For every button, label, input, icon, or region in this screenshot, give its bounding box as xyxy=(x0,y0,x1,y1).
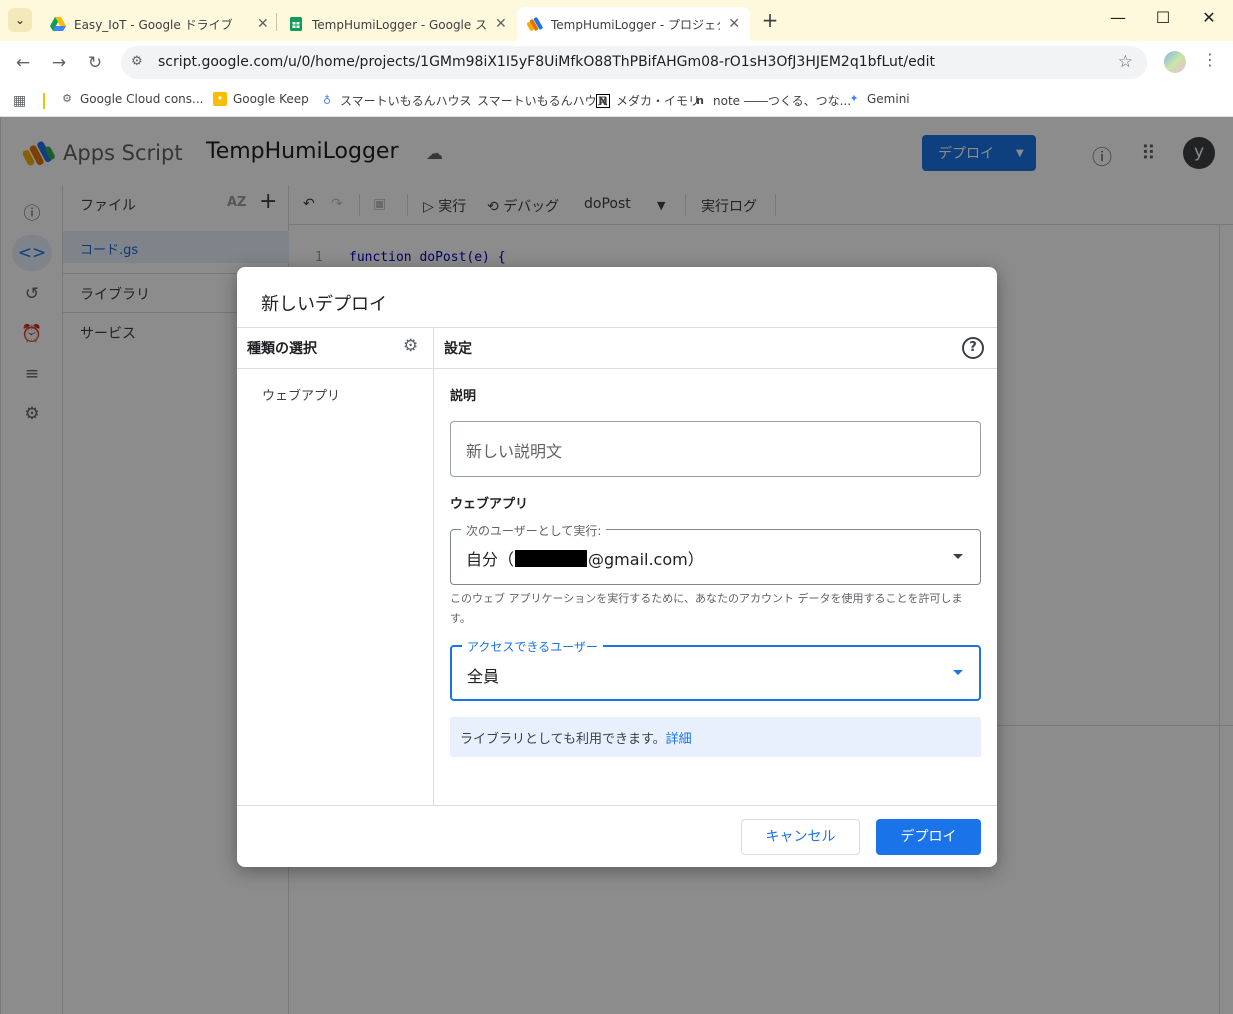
library-info-banner: ライブラリとしても利用できます。詳細 xyxy=(450,717,981,757)
settings-header: 設定 xyxy=(444,341,472,357)
bookmark-label: Google Cloud cons... xyxy=(80,92,204,106)
newt-icon: ~ xyxy=(459,93,469,107)
tab-divider xyxy=(276,13,277,31)
execute-as-hint: このウェブ アプリケーションを実行するために、あなたのアカウント データを使用す… xyxy=(450,592,963,625)
browser-tab-bar: ⌄ Easy_IoT - Google ドライブ ✕ TempHumiLogge… xyxy=(0,0,1233,41)
new-tab-button[interactable]: + xyxy=(758,8,782,32)
close-icon[interactable]: ✕ xyxy=(257,16,269,32)
execute-as-legend: 次のユーザーとして実行: xyxy=(461,522,607,539)
new-deployment-dialog: 新しいデプロイ 種類の選択 ⚙ 設定 ? ウェブアプリ 説明 新しい説明文 ウェ… xyxy=(237,267,997,867)
bookmark-label: メダカ・イモリ xyxy=(616,94,701,108)
tab-sheets[interactable]: TempHumiLogger - Google スプ ✕ xyxy=(278,7,517,41)
access-select[interactable]: アクセスできるユーザー 全員 xyxy=(450,638,981,701)
bookmark-label: スマートいもるんハウス xyxy=(340,94,472,108)
type-item-webapp[interactable]: ウェブアプリ xyxy=(262,385,340,404)
deploy-button[interactable]: デプロイ xyxy=(876,819,981,855)
dropdown-arrow-icon xyxy=(953,670,963,675)
bookmark-star-icon[interactable]: ☆ xyxy=(1118,52,1133,72)
bookmark-label: スマートいもるんハウス xyxy=(477,94,609,108)
bookmark-google-cloud[interactable]: ⚙ Google Cloud cons... xyxy=(60,92,203,106)
type-select-header: 種類の選択 xyxy=(247,341,317,357)
bookmark-label: Gemini xyxy=(867,92,910,106)
bookmarks-bar: ▦ ⚙ Google Cloud cons... • Google Keep ♁… xyxy=(0,84,1233,117)
url-text[interactable]: script.google.com/u/0/home/projects/1GMm… xyxy=(158,54,935,70)
dialog-divider xyxy=(237,368,997,369)
access-legend: アクセスできるユーザー xyxy=(462,638,603,655)
bookmark-smart-house-2[interactable]: ~ スマートいもるんハウス xyxy=(457,92,609,109)
bookmark-gemini[interactable]: ✦ Gemini xyxy=(847,92,910,106)
site-settings-icon[interactable]: ⚙ xyxy=(131,54,143,69)
dialog-title: 新しいデプロイ xyxy=(261,294,387,315)
dropdown-arrow-icon xyxy=(953,554,963,559)
webapp-section-label: ウェブアプリ xyxy=(450,497,529,512)
description-input[interactable]: 新しい説明文 xyxy=(450,421,981,477)
execute-as-prefix: 自分（ xyxy=(466,550,515,569)
notion-icon: N xyxy=(596,93,610,108)
back-arrow-icon[interactable]: ← xyxy=(10,50,36,76)
dialog-divider xyxy=(237,327,997,328)
window-close-icon[interactable]: ✕ xyxy=(1194,8,1224,27)
tab-drive[interactable]: Easy_IoT - Google ドライブ ✕ xyxy=(40,7,279,41)
bookmark-google-keep[interactable]: • Google Keep xyxy=(213,92,309,106)
forward-arrow-icon[interactable]: → xyxy=(46,50,72,76)
description-label: 説明 xyxy=(450,389,477,404)
gear-icon[interactable]: ⚙ xyxy=(403,336,418,356)
google-sheets-icon xyxy=(290,17,302,31)
maximize-icon[interactable]: ☐ xyxy=(1148,8,1178,27)
bookmark-note[interactable]: n note ――つくる、つな... xyxy=(693,92,851,109)
close-icon[interactable]: ✕ xyxy=(495,16,507,32)
bookmark-smart-house-1[interactable]: ♁ スマートいもるんハウス xyxy=(320,92,472,109)
note-icon: n xyxy=(696,93,704,107)
address-bar[interactable]: ⚙ script.google.com/u/0/home/projects/1G… xyxy=(121,46,1147,79)
tab-search-button[interactable]: ⌄ xyxy=(8,8,32,32)
more-options-icon[interactable]: ⋮ xyxy=(1202,50,1218,69)
browser-toolbar: ← → ↻ ⚙ script.google.com/u/0/home/proje… xyxy=(0,41,1233,84)
profile-icon[interactable] xyxy=(1164,51,1186,73)
close-icon[interactable]: ✕ xyxy=(728,16,740,32)
gear-icon: ⚙ xyxy=(62,92,72,105)
bookmark-label: note ――つくる、つな... xyxy=(713,94,852,108)
redacted-email-block xyxy=(515,549,588,567)
reload-icon[interactable]: ↻ xyxy=(82,50,108,76)
keep-icon: • xyxy=(213,92,227,106)
execute-as-value: 自分（ @gmail.com） xyxy=(466,546,704,570)
details-link[interactable]: 詳細 xyxy=(666,732,692,747)
dialog-divider xyxy=(237,805,997,806)
drop-icon: ♁ xyxy=(322,93,332,107)
tab-title: Easy_IoT - Google ドライブ xyxy=(74,17,233,32)
bookmark-medaka[interactable]: N メダカ・イモリ xyxy=(596,92,700,109)
tab-title: TempHumiLogger - プロジェクト編 xyxy=(551,17,720,32)
library-info-text: ライブラリとしても利用できます。 xyxy=(460,732,666,747)
cancel-button[interactable]: キャンセル xyxy=(741,819,860,855)
access-value: 全員 xyxy=(467,667,500,686)
apps-grid-icon[interactable]: ▦ xyxy=(13,93,26,109)
execute-as-suffix: @gmail.com） xyxy=(588,550,704,569)
apps-script-icon xyxy=(527,17,543,31)
tab-title: TempHumiLogger - Google スプ xyxy=(312,17,487,32)
bookmark-divider xyxy=(43,93,45,109)
tab-apps-script[interactable]: TempHumiLogger - プロジェクト編 ✕ xyxy=(517,7,750,41)
gemini-icon: ✦ xyxy=(849,92,859,105)
help-icon[interactable]: ? xyxy=(962,337,984,359)
execute-as-select[interactable]: 次のユーザーとして実行: 自分（ @gmail.com） xyxy=(450,522,981,585)
bookmark-label: Google Keep xyxy=(233,92,309,106)
column-divider xyxy=(433,328,434,806)
google-drive-icon xyxy=(50,17,66,31)
minimize-icon[interactable]: — xyxy=(1103,8,1133,27)
